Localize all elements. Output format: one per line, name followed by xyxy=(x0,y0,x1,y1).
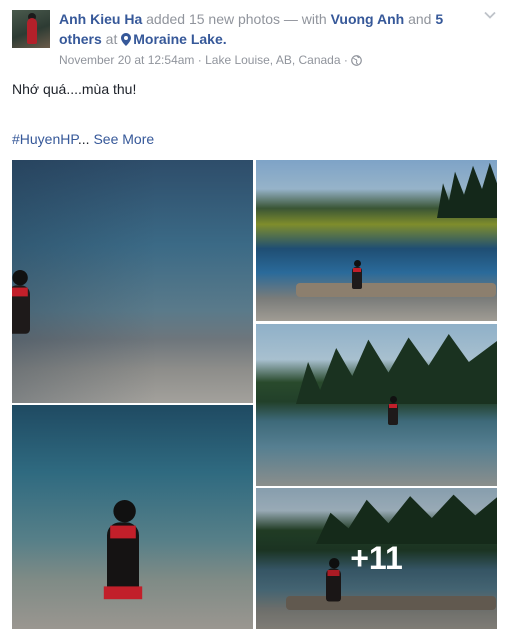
more-photos-overlay[interactable]: +11 xyxy=(256,488,497,629)
and-text: and xyxy=(404,11,436,27)
see-more-link[interactable]: See More xyxy=(93,131,154,147)
post-header: Anh Kieu Ha added 15 new photos — with V… xyxy=(59,9,459,49)
post-message: Nhớ quá....mùa thu! xyxy=(12,81,137,97)
location-link[interactable]: Moraine Lake. xyxy=(121,31,227,47)
post-meta: November 20 at 12:54am · Lake Louise, AB… xyxy=(59,52,363,68)
post-timestamp[interactable]: November 20 at 12:54am xyxy=(59,53,194,67)
globe-icon[interactable] xyxy=(351,55,363,66)
at-text: at xyxy=(101,31,122,47)
author-avatar[interactable] xyxy=(12,10,50,48)
post-hashtags: #HuyenHP... See More xyxy=(12,129,154,149)
ellipsis: ... xyxy=(77,131,90,147)
photo-1[interactable] xyxy=(12,160,253,403)
tagged-user-link[interactable]: Vuong Anh xyxy=(331,11,405,27)
meta-separator-1: · xyxy=(194,53,206,67)
hashtag-link[interactable]: #HuyenHP xyxy=(12,131,78,147)
author-name-link[interactable]: Anh Kieu Ha xyxy=(59,11,142,27)
lake-log xyxy=(296,283,496,297)
photo-shade xyxy=(12,160,253,403)
post-place[interactable]: Lake Louise, AB, Canada xyxy=(205,53,340,67)
action-text: added 15 new photos — with xyxy=(142,11,331,27)
avatar-figure xyxy=(27,18,37,44)
map-pin-icon xyxy=(121,33,132,46)
tree-line xyxy=(437,162,497,218)
photo-5[interactable]: +11 xyxy=(256,488,497,629)
tree-line xyxy=(296,334,497,404)
photo-3[interactable] xyxy=(256,160,497,321)
location-label: Moraine Lake. xyxy=(133,31,227,47)
meta-separator-2: · xyxy=(340,53,352,67)
chevron-down-icon[interactable] xyxy=(483,8,497,22)
photo-4[interactable] xyxy=(256,324,497,486)
photo-2[interactable] xyxy=(12,405,253,629)
